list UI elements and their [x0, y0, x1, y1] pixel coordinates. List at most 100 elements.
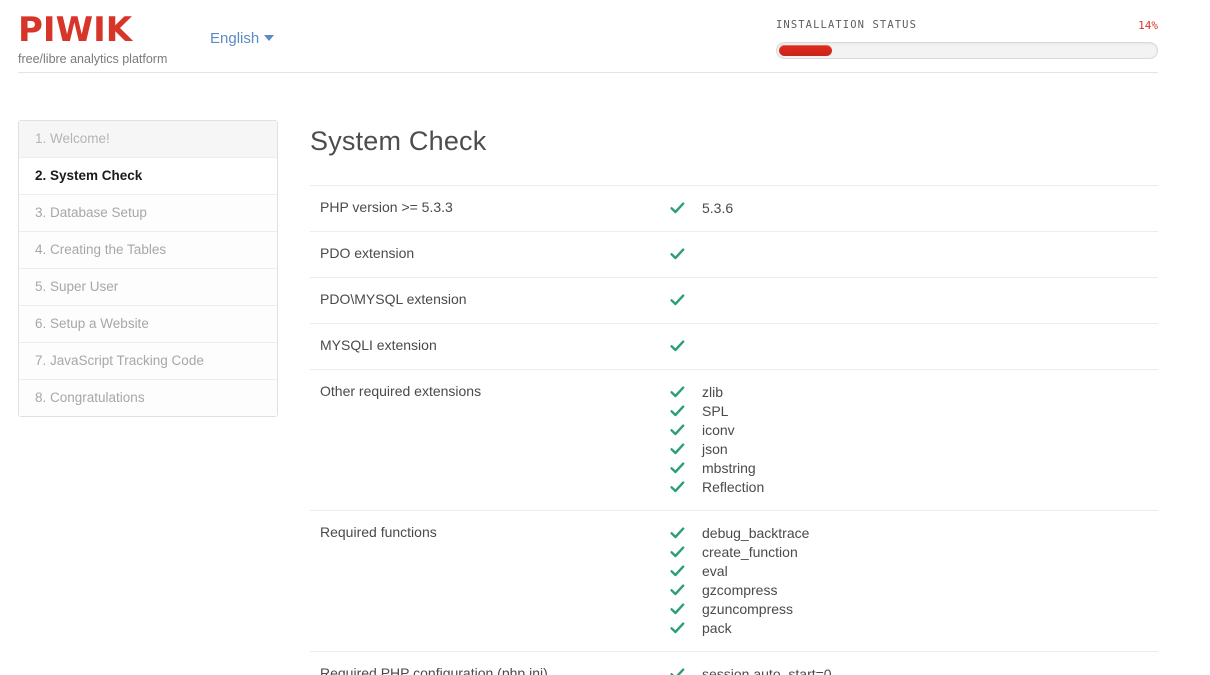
- table-row: PDO extension: [310, 232, 1158, 278]
- table-row: PHP version >= 5.3.3 5.3.6: [310, 186, 1158, 232]
- check-icon: [670, 600, 692, 619]
- check-result-line: [670, 245, 1158, 264]
- brand: PIWIK free/libre analytics platform: [18, 12, 167, 67]
- check-result-line: 5.3.6: [670, 199, 1158, 218]
- table-row: Required PHP configuration (php.ini) sess…: [310, 652, 1158, 675]
- sidebar-item-label: 4. Creating the Tables: [35, 242, 166, 257]
- check-result: debug_backtracecreate_functionevalgzcomp…: [668, 511, 1158, 652]
- sidebar-item-5[interactable]: 5. Super User: [19, 269, 277, 306]
- check-icon: [670, 440, 692, 459]
- check-label: MYSQLI extension: [310, 324, 668, 370]
- sidebar-item-label: 5. Super User: [35, 279, 118, 294]
- page-title: System Check: [310, 126, 1158, 157]
- check-label: PDO extension: [310, 232, 668, 278]
- installation-status-percent: 14%: [1138, 19, 1158, 32]
- check-result-line: iconv: [670, 421, 1158, 440]
- installation-status: INSTALLATION STATUS 14%: [758, 19, 1158, 59]
- check-icon: [670, 402, 692, 421]
- sidebar-item-label: 6. Setup a Website: [35, 316, 149, 331]
- check-icon: [670, 199, 692, 218]
- check-icon: [670, 524, 692, 543]
- main-content: System Check PHP version >= 5.3.3 5.3.6 PD…: [310, 120, 1158, 675]
- check-icon: [670, 421, 692, 440]
- check-result: [668, 324, 1158, 370]
- app-header: PIWIK free/libre analytics platform Engl…: [18, 0, 1158, 73]
- check-icon: [670, 562, 692, 581]
- check-result-line: mbstring: [670, 459, 1158, 478]
- check-result-text: pack: [702, 619, 732, 638]
- sidebar-item-8[interactable]: 8. Congratulations: [19, 380, 277, 416]
- check-result-text: mbstring: [702, 459, 756, 478]
- table-row: Other required extensionszlibSPLiconvjso…: [310, 370, 1158, 511]
- table-row: Required functionsdebug_backtracecreate_…: [310, 511, 1158, 652]
- sidebar-item-4[interactable]: 4. Creating the Tables: [19, 232, 277, 269]
- check-result: zlibSPLiconvjsonmbstringReflection: [668, 370, 1158, 511]
- check-result-text: session.auto_start=0: [702, 665, 832, 675]
- check-label: PHP version >= 5.3.3: [310, 186, 668, 232]
- check-icon: [670, 459, 692, 478]
- check-result-text: json: [702, 440, 728, 459]
- check-icon: [670, 291, 692, 310]
- check-result-line: eval: [670, 562, 1158, 581]
- sidebar-item-label: 7. JavaScript Tracking Code: [35, 353, 204, 368]
- sidebar-item-1[interactable]: 1. Welcome!: [19, 121, 277, 158]
- check-icon: [670, 581, 692, 600]
- check-result-line: gzcompress: [670, 581, 1158, 600]
- check-result-text: debug_backtrace: [702, 524, 809, 543]
- check-result-text: gzuncompress: [702, 600, 793, 619]
- sidebar-item-7[interactable]: 7. JavaScript Tracking Code: [19, 343, 277, 380]
- check-label: Required PHP configuration (php.ini): [310, 652, 668, 675]
- check-label: Required functions: [310, 511, 668, 652]
- check-icon: [670, 619, 692, 638]
- check-icon: [670, 665, 692, 675]
- sidebar-item-label: 8. Congratulations: [35, 390, 145, 405]
- language-switcher[interactable]: English: [210, 30, 274, 47]
- brand-tagline: free/libre analytics platform: [18, 51, 167, 67]
- check-icon: [670, 383, 692, 402]
- page-body: 1. Welcome! 2. System Check 3. Database Se…: [0, 73, 1210, 675]
- check-label: PDO\MYSQL extension: [310, 278, 668, 324]
- check-label: Other required extensions: [310, 370, 668, 511]
- sidebar-item-2[interactable]: 2. System Check: [19, 158, 277, 195]
- language-switcher-label: English: [210, 30, 259, 47]
- chevron-down-icon: [264, 35, 274, 41]
- check-result-line: debug_backtrace: [670, 524, 1158, 543]
- check-result-text: gzcompress: [702, 581, 777, 600]
- check-result-line: json: [670, 440, 1158, 459]
- check-result: session.auto_start=0: [668, 652, 1158, 675]
- installation-status-label: INSTALLATION STATUS: [776, 19, 917, 31]
- piwik-logo: PIWIK: [18, 12, 167, 48]
- check-icon: [670, 478, 692, 497]
- sidebar-item-label: 3. Database Setup: [35, 205, 147, 220]
- sidebar-item-label: 2. System Check: [35, 168, 142, 183]
- check-result-line: zlib: [670, 383, 1158, 402]
- check-result-line: [670, 337, 1158, 356]
- installation-progress-fill: [779, 45, 832, 56]
- check-result-text: create_function: [702, 543, 798, 562]
- check-result-line: pack: [670, 619, 1158, 638]
- check-icon: [670, 543, 692, 562]
- check-result-line: Reflection: [670, 478, 1158, 497]
- check-icon: [670, 245, 692, 264]
- check-result-text: iconv: [702, 421, 735, 440]
- check-result: 5.3.6: [668, 186, 1158, 232]
- check-result-text: 5.3.6: [702, 199, 733, 218]
- check-result-line: create_function: [670, 543, 1158, 562]
- check-result: [668, 232, 1158, 278]
- sidebar-item-label: 1. Welcome!: [35, 131, 110, 146]
- check-result-text: eval: [702, 562, 728, 581]
- sidebar-item-3[interactable]: 3. Database Setup: [19, 195, 277, 232]
- table-row: MYSQLI extension: [310, 324, 1158, 370]
- check-result-text: Reflection: [702, 478, 764, 497]
- check-result-line: session.auto_start=0: [670, 665, 1158, 675]
- installer-steps-sidebar: 1. Welcome! 2. System Check 3. Database Se…: [18, 120, 278, 417]
- sidebar-item-6[interactable]: 6. Setup a Website: [19, 306, 277, 343]
- check-result: [668, 278, 1158, 324]
- check-result-line: [670, 291, 1158, 310]
- check-result-line: gzuncompress: [670, 600, 1158, 619]
- check-result-line: SPL: [670, 402, 1158, 421]
- check-result-text: SPL: [702, 402, 728, 421]
- check-result-text: zlib: [702, 383, 723, 402]
- installation-progress-bar: [776, 42, 1158, 59]
- system-check-table: PHP version >= 5.3.3 5.3.6 PDO extensionPD…: [310, 185, 1158, 675]
